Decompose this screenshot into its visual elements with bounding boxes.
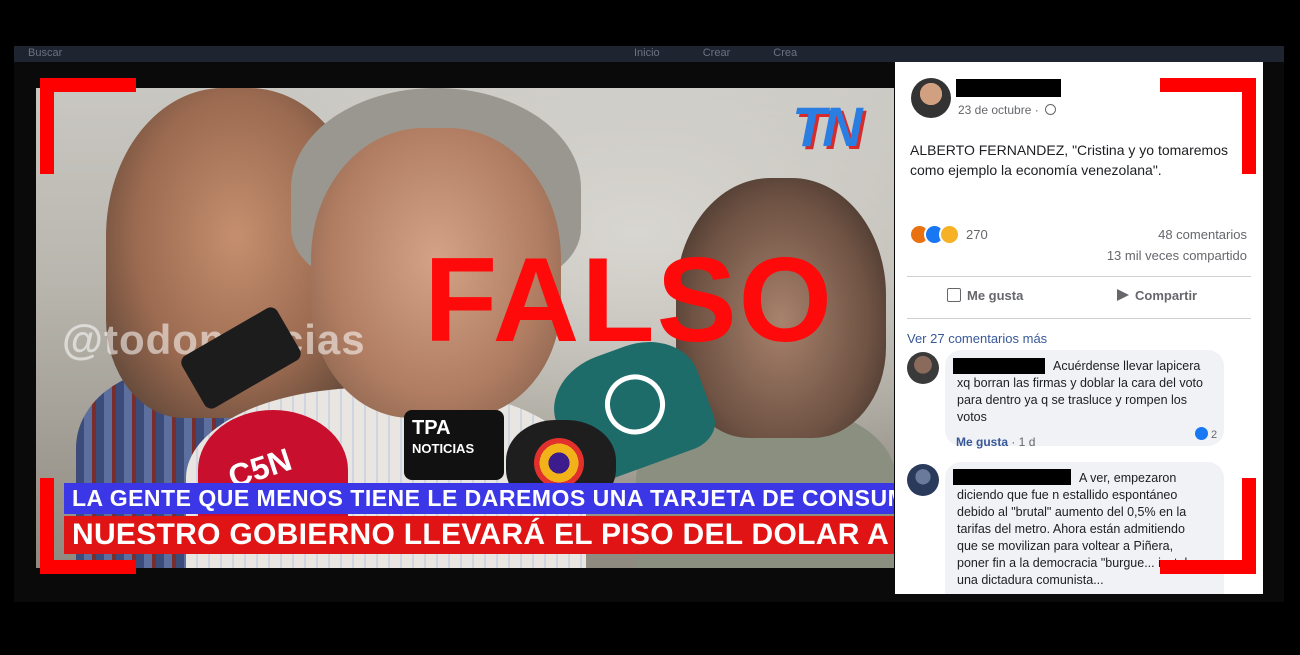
browser-topbar: Buscar Inicio Crear Crea bbox=[14, 46, 1284, 62]
tn-logo: TN bbox=[792, 95, 863, 158]
commenter-avatar[interactable] bbox=[907, 464, 939, 496]
tpa-sublabel: NOTICIAS bbox=[412, 441, 475, 456]
shares-count[interactable]: 13 mil veces compartido bbox=[1107, 248, 1247, 263]
share-button-label: Compartir bbox=[1135, 288, 1198, 303]
share-arrow-icon bbox=[1117, 289, 1129, 301]
tpa-microphone: TPA NOTICIAS bbox=[404, 410, 504, 480]
redacted-commenter-name bbox=[953, 358, 1045, 374]
flower-logo-icon bbox=[534, 438, 584, 488]
corner-bracket-bottom-right bbox=[1160, 478, 1256, 574]
caption-top: LA GENTE QUE MENOS TIENE LE DAREMOS UNA … bbox=[64, 483, 894, 514]
search-box[interactable]: Buscar bbox=[28, 47, 62, 59]
corner-bracket-bottom-left bbox=[40, 478, 136, 574]
redacted-author-name bbox=[956, 79, 1061, 97]
haha-reaction-icon bbox=[939, 224, 960, 245]
post-date-text: 23 de octubre · bbox=[958, 103, 1043, 117]
corner-bracket-top-left bbox=[40, 78, 136, 174]
comments-count[interactable]: 48 comentarios bbox=[1158, 227, 1247, 242]
view-more-comments-link[interactable]: Ver 27 comentarios más bbox=[907, 331, 1047, 346]
comment-like-link[interactable]: Me gusta bbox=[956, 435, 1008, 449]
corner-bracket-top-right bbox=[1160, 78, 1256, 174]
reaction-count: 270 bbox=[966, 227, 988, 242]
like-button[interactable]: Me gusta bbox=[947, 288, 1023, 303]
tpa-label: TPA bbox=[412, 417, 451, 439]
like-button-label: Me gusta bbox=[967, 288, 1024, 303]
divider bbox=[907, 318, 1251, 319]
reactions-summary[interactable]: 270 bbox=[909, 224, 988, 245]
divider bbox=[907, 276, 1251, 277]
comment-time: · 1 d bbox=[1008, 435, 1036, 449]
commenter-avatar[interactable] bbox=[907, 352, 939, 384]
video-frame[interactable]: TN @todonoticias C5N TPA NOTICIAS FALSO … bbox=[36, 88, 894, 568]
globe-icon bbox=[1045, 104, 1057, 115]
thumbs-up-icon bbox=[947, 288, 961, 302]
post-date[interactable]: 23 de octubre · bbox=[958, 103, 1057, 117]
redacted-commenter-name bbox=[953, 469, 1071, 485]
comment-meta: Me gusta · 1 d bbox=[956, 435, 1035, 449]
falso-stamp: FALSO bbox=[424, 233, 835, 367]
comment-like-badge[interactable]: 2 bbox=[1195, 427, 1217, 441]
nav-links[interactable]: Inicio Crear Crea bbox=[634, 47, 797, 59]
comment-like-count: 2 bbox=[1211, 429, 1218, 441]
caption-bottom: NUESTRO GOBIERNO LLEVARÁ EL PISO DEL DOL… bbox=[64, 516, 894, 554]
avatar[interactable] bbox=[911, 78, 951, 118]
channel-logo-icon bbox=[596, 365, 674, 443]
like-reaction-icon bbox=[1195, 427, 1208, 440]
share-button[interactable]: Compartir bbox=[1117, 288, 1197, 303]
